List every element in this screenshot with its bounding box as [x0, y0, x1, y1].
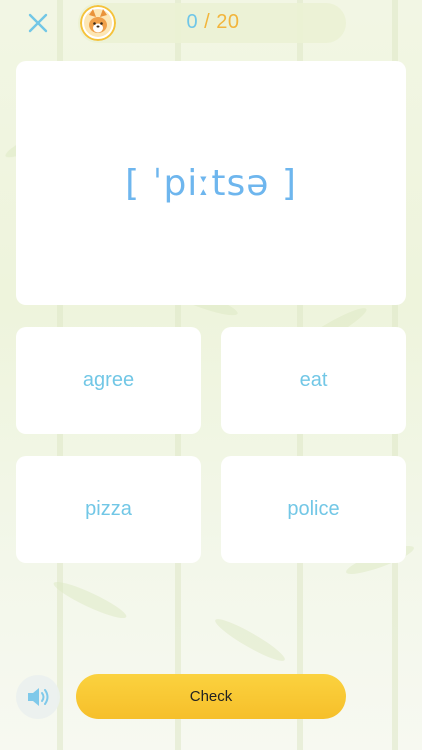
check-button[interactable]: Check [76, 674, 346, 719]
answer-option-eat[interactable]: eat [221, 327, 406, 434]
progress-separator: / [204, 11, 211, 33]
answer-option-agree[interactable]: agree [16, 327, 201, 434]
answer-option-police[interactable]: police [221, 456, 406, 563]
answer-option-label: pizza [85, 498, 132, 520]
answer-option-label: agree [82, 369, 135, 391]
progress-counter: 0 / 20 [178, 11, 248, 34]
progress-total: 20 [216, 11, 240, 33]
phonetic-card: [ ˈpiːtsə ] [16, 61, 406, 305]
answer-option-pizza[interactable]: pizza [16, 456, 201, 563]
answer-option-label: police [287, 498, 340, 520]
corgi-avatar-icon [80, 5, 116, 41]
phonetic-transcription: [ ˈpiːtsə ] [125, 162, 297, 204]
close-button[interactable] [16, 4, 60, 42]
answer-option-label: eat [299, 369, 328, 391]
play-sound-button[interactable] [16, 675, 60, 719]
check-button-label: Check [189, 688, 233, 705]
close-icon [28, 13, 48, 33]
speaker-icon [28, 688, 49, 706]
progress-current: 0 [186, 11, 199, 33]
